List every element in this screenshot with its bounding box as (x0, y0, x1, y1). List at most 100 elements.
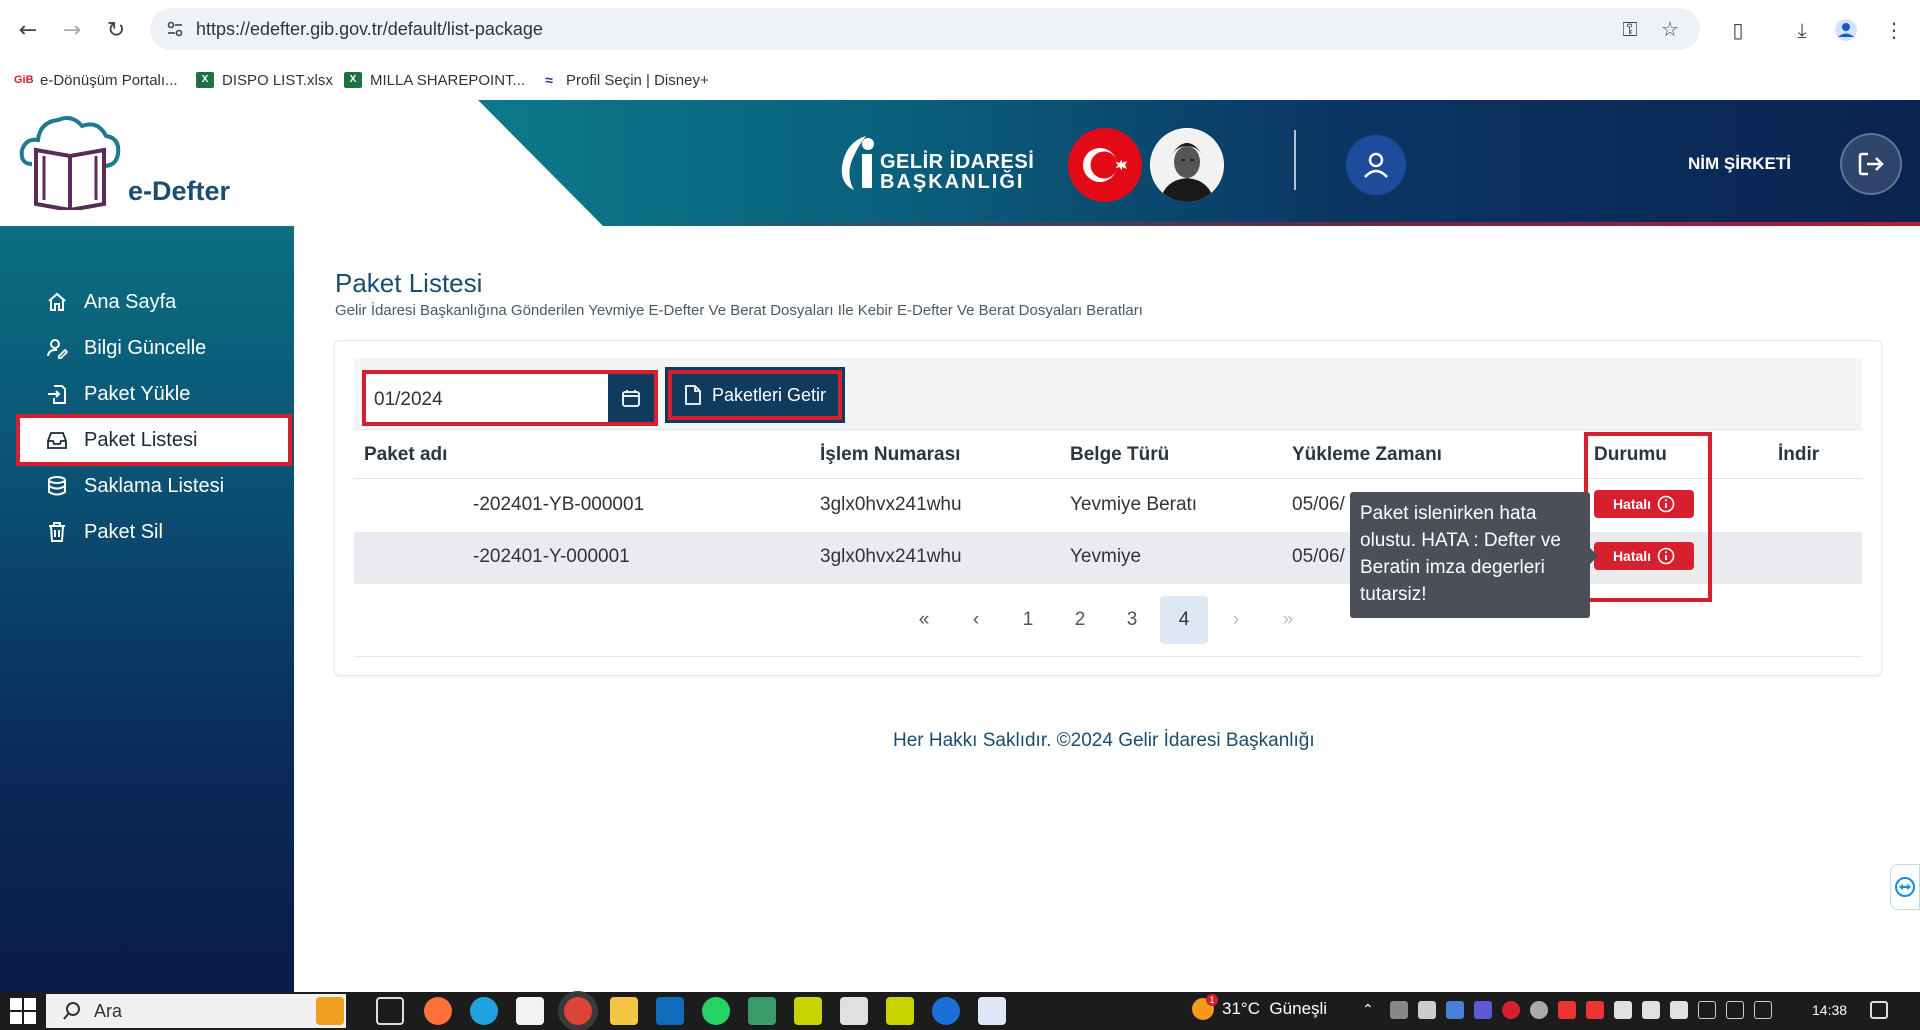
edefter-logo-icon[interactable] (18, 112, 122, 210)
upload-time: 05/06/ (1292, 546, 1345, 567)
bookmark-dispo-list[interactable]: X DISPO LIST.xlsx (196, 68, 333, 92)
url-text[interactable]: https://edefter.gib.gov.tr/default/list-… (196, 19, 543, 40)
password-key-icon[interactable]: ⚿ (1614, 13, 1646, 45)
calendar-icon (622, 390, 640, 407)
weather-widget[interactable]: 1 31°C Güneşli (1192, 994, 1327, 1020)
sidebar-item-label: Saklama Listesi (84, 474, 225, 497)
tray-app-icon[interactable] (1530, 1001, 1548, 1019)
tray-shield-icon[interactable] (1474, 1001, 1492, 1019)
tray-chevron-icon[interactable]: ⌃ (1362, 1001, 1380, 1019)
prev-page-button[interactable]: ‹ (952, 596, 1000, 644)
bookmarks-bar: GiB e-Dönüşüm Portalı... X DISPO LIST.xl… (0, 60, 1920, 100)
package-name: -202401-Y-000001 (473, 546, 630, 567)
user-profile-button[interactable] (1346, 135, 1406, 195)
excel-icon: X (196, 72, 214, 88)
store-icon[interactable] (516, 997, 544, 1025)
document-icon[interactable] (978, 997, 1006, 1025)
user-edit-icon (47, 339, 68, 359)
site-settings-icon[interactable] (166, 20, 184, 38)
bookmark-milla-sharepoint[interactable]: X MILLA SHAREPOINT... (344, 68, 525, 92)
bookmark-edonusum[interactable]: GiB e-Dönüşüm Portalı... (14, 68, 178, 92)
taskbar-search[interactable]: Ara (46, 994, 346, 1028)
date-input[interactable] (374, 380, 604, 420)
sidebar-item-label: Paket Sil (84, 520, 163, 543)
sidebar-item-ana-sayfa[interactable]: Ana Sayfa (16, 276, 292, 328)
sidebar-item-saklama-listesi[interactable]: Saklama Listesi (16, 460, 292, 512)
whatsapp-icon[interactable] (702, 997, 730, 1025)
fetch-packages-button[interactable]: Paketleri Getir (665, 367, 845, 423)
tray-app-icon[interactable] (1558, 1001, 1576, 1019)
reload-icon[interactable]: ↻ (100, 14, 132, 46)
column-header[interactable]: Belge Türü (1070, 444, 1169, 466)
footer-text: Her Hakkı Saklıdır. ©2024 Gelir İdaresi … (893, 730, 1315, 751)
column-header[interactable]: Paket adı (364, 444, 447, 466)
app-icon[interactable] (794, 997, 822, 1025)
download-icon[interactable]: ⤓ (1786, 14, 1818, 46)
ataturk-portrait-icon (1150, 128, 1224, 202)
page-button[interactable]: 2 (1056, 596, 1104, 644)
firefox-icon[interactable] (424, 997, 452, 1025)
menu-kebab-icon[interactable]: ⋮ (1878, 14, 1910, 46)
last-page-button[interactable]: » (1264, 596, 1312, 644)
tray-app-icon[interactable] (1418, 1001, 1436, 1019)
extensions-icon[interactable]: ▯ (1722, 14, 1754, 46)
tray-wifi-icon[interactable] (1698, 1001, 1716, 1019)
page-button[interactable]: 1 (1004, 596, 1052, 644)
tray-app-icon[interactable] (1390, 1001, 1408, 1019)
page-button-current[interactable]: 4 (1160, 596, 1208, 644)
calendar-button[interactable] (608, 374, 654, 422)
teamviewer-widget[interactable] (1890, 864, 1920, 910)
tray-volume-muted-icon[interactable] (1726, 1001, 1744, 1019)
outlook-icon[interactable] (656, 997, 684, 1025)
tray-display-icon[interactable] (1754, 1001, 1772, 1019)
page-button[interactable]: 3 (1108, 596, 1156, 644)
teamviewer-icon[interactable] (932, 997, 960, 1025)
app-logo-text[interactable]: e-Defter (128, 176, 230, 207)
edge-icon[interactable] (470, 997, 498, 1025)
start-button[interactable] (6, 996, 40, 1026)
task-view-icon[interactable] (376, 997, 404, 1025)
tray-network-icon[interactable] (1642, 1001, 1660, 1019)
status-column-highlight (1584, 432, 1712, 602)
forward-icon[interactable]: → (56, 14, 88, 46)
browser-toolbar: ← → ↻ https://edefter.gib.gov.tr/default… (0, 0, 1920, 60)
back-icon[interactable]: ← (12, 14, 44, 46)
file-explorer-icon[interactable] (610, 997, 638, 1025)
app-header: e-Defter GELİR İDARESİ BAŞKANLIĞI NİM Şİ… (0, 100, 1920, 226)
bookmark-disney[interactable]: ≈ Profil Seçin | Disney+ (540, 68, 709, 92)
page-title: Paket Listesi (335, 268, 483, 298)
app-icon[interactable] (886, 997, 914, 1025)
edonusum-icon: GiB (14, 74, 34, 86)
first-page-button[interactable]: « (900, 596, 948, 644)
next-page-button[interactable]: › (1212, 596, 1260, 644)
address-bar[interactable]: https://edefter.gib.gov.tr/default/list-… (150, 8, 1700, 50)
logout-button[interactable] (1840, 133, 1902, 195)
taskbar-clock[interactable]: 14:38 (1812, 1002, 1847, 1018)
column-header[interactable]: İşlem Numarası (820, 444, 960, 466)
app-icon[interactable] (840, 997, 868, 1025)
bookmark-star-icon[interactable]: ☆ (1654, 13, 1686, 45)
sidebar-item-paket-listesi[interactable]: Paket Listesi (16, 414, 292, 466)
sidebar-item-paket-yukle[interactable]: Paket Yükle (16, 368, 292, 420)
trash-icon (49, 522, 65, 542)
notification-center-icon[interactable] (1870, 1001, 1888, 1019)
photos-icon[interactable] (748, 997, 776, 1025)
sidebar-item-bilgi-guncelle[interactable]: Bilgi Güncelle (16, 322, 292, 374)
briefcase-icon[interactable] (316, 997, 344, 1025)
sidebar-item-label: Paket Listesi (84, 428, 198, 451)
tooltip-arrow (1590, 548, 1598, 564)
date-picker (362, 370, 658, 426)
sidebar-item-paket-sil[interactable]: Paket Sil (16, 506, 292, 558)
tray-app-icon[interactable] (1614, 1001, 1632, 1019)
tray-app-icon[interactable] (1446, 1001, 1464, 1019)
sidebar-item-label: Ana Sayfa (84, 290, 177, 313)
upload-icon (48, 385, 66, 404)
tray-app-icon[interactable] (1586, 1001, 1604, 1019)
chrome-icon[interactable] (564, 997, 592, 1025)
home-icon (48, 292, 66, 311)
tray-app-icon[interactable] (1502, 1001, 1520, 1019)
column-header[interactable]: Yükleme Zamanı (1292, 444, 1442, 466)
profile-icon[interactable] (1830, 14, 1862, 46)
column-header[interactable]: İndir (1778, 444, 1819, 466)
tray-battery-icon[interactable] (1670, 1001, 1688, 1019)
